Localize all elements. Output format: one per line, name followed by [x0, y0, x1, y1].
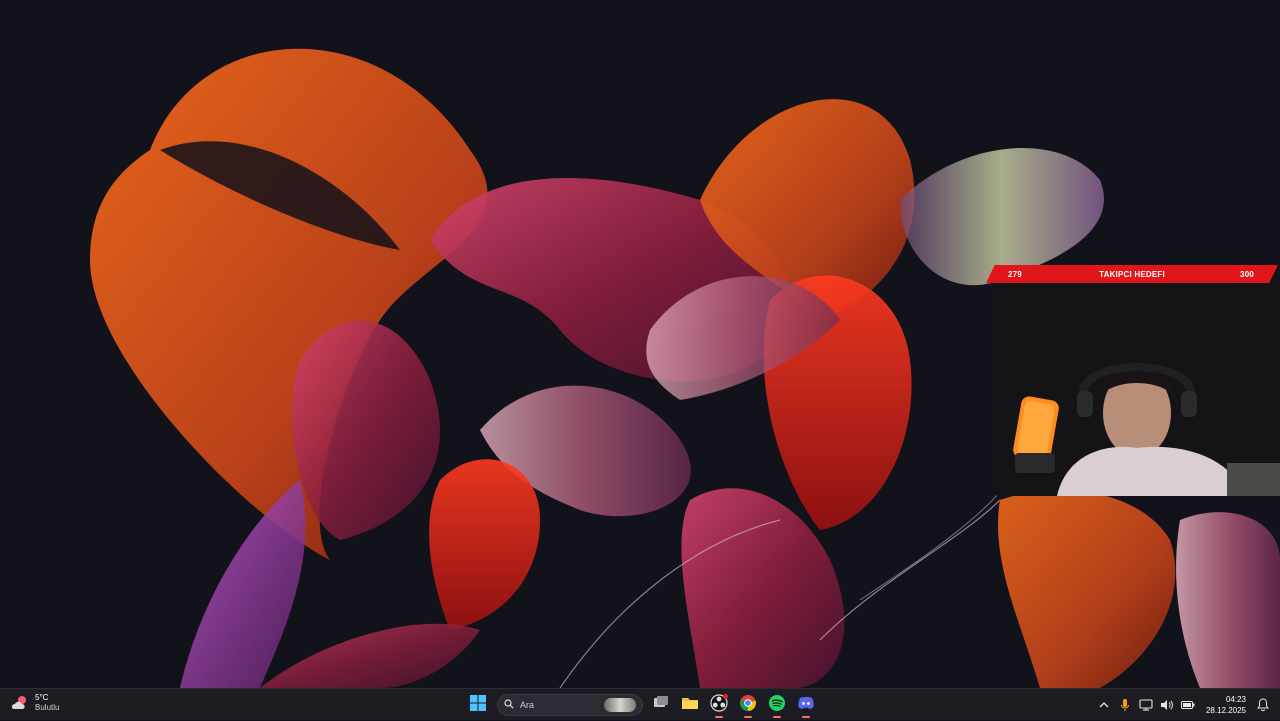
taskbar: 5°C Bulutlu Ara 04:23 28.12.2025 — [0, 688, 1280, 720]
obs-icon — [710, 693, 728, 717]
obs-button[interactable] — [705, 691, 733, 719]
follower-goal-bar: TAKIPCI HEDEFI 279 300 — [986, 265, 1278, 283]
task-view-icon — [653, 695, 669, 716]
discord-icon — [797, 695, 815, 716]
weather-widget[interactable]: 5°C Bulutlu — [10, 693, 59, 713]
microphone-icon[interactable] — [1116, 696, 1134, 714]
folder-icon — [681, 695, 699, 716]
follower-goal-current: 279 — [1008, 269, 1022, 279]
taskbar-search[interactable]: Ara — [497, 694, 643, 716]
chrome-button[interactable] — [734, 691, 762, 719]
spotify-button[interactable] — [763, 691, 791, 719]
follower-goal-target: 300 — [1240, 269, 1254, 279]
taskbar-center: Ara — [464, 689, 821, 721]
network-icon[interactable] — [1137, 696, 1155, 714]
search-highlight-image — [604, 698, 636, 712]
windows-logo-icon — [470, 694, 486, 716]
clock-date: 28.12.2025 — [1205, 706, 1246, 715]
chrome-icon — [739, 694, 757, 717]
start-button[interactable] — [464, 691, 492, 719]
taskbar-clock[interactable]: 04:23 28.12.2025 — [1206, 694, 1246, 716]
battery-icon[interactable] — [1179, 696, 1197, 714]
volume-icon[interactable] — [1158, 696, 1176, 714]
webcam-feed — [997, 283, 1280, 496]
follower-goal-title: TAKIPCI HEDEFI — [1099, 269, 1165, 279]
weather-temperature: 5°C — [35, 693, 49, 702]
file-explorer-button[interactable] — [676, 691, 704, 719]
search-placeholder: Ara — [520, 700, 535, 710]
cloudy-weather-icon — [10, 695, 30, 711]
weather-condition: Bulutlu — [35, 703, 60, 712]
notification-bell-icon[interactable] — [1254, 696, 1272, 714]
discord-button[interactable] — [792, 691, 820, 719]
system-tray: 04:23 28.12.2025 — [1095, 689, 1280, 721]
clock-time: 04:23 — [1225, 695, 1246, 704]
task-view-button[interactable] — [647, 691, 675, 719]
search-icon — [504, 696, 514, 714]
spotify-icon — [768, 694, 786, 717]
chevron-up-icon[interactable] — [1095, 696, 1113, 714]
